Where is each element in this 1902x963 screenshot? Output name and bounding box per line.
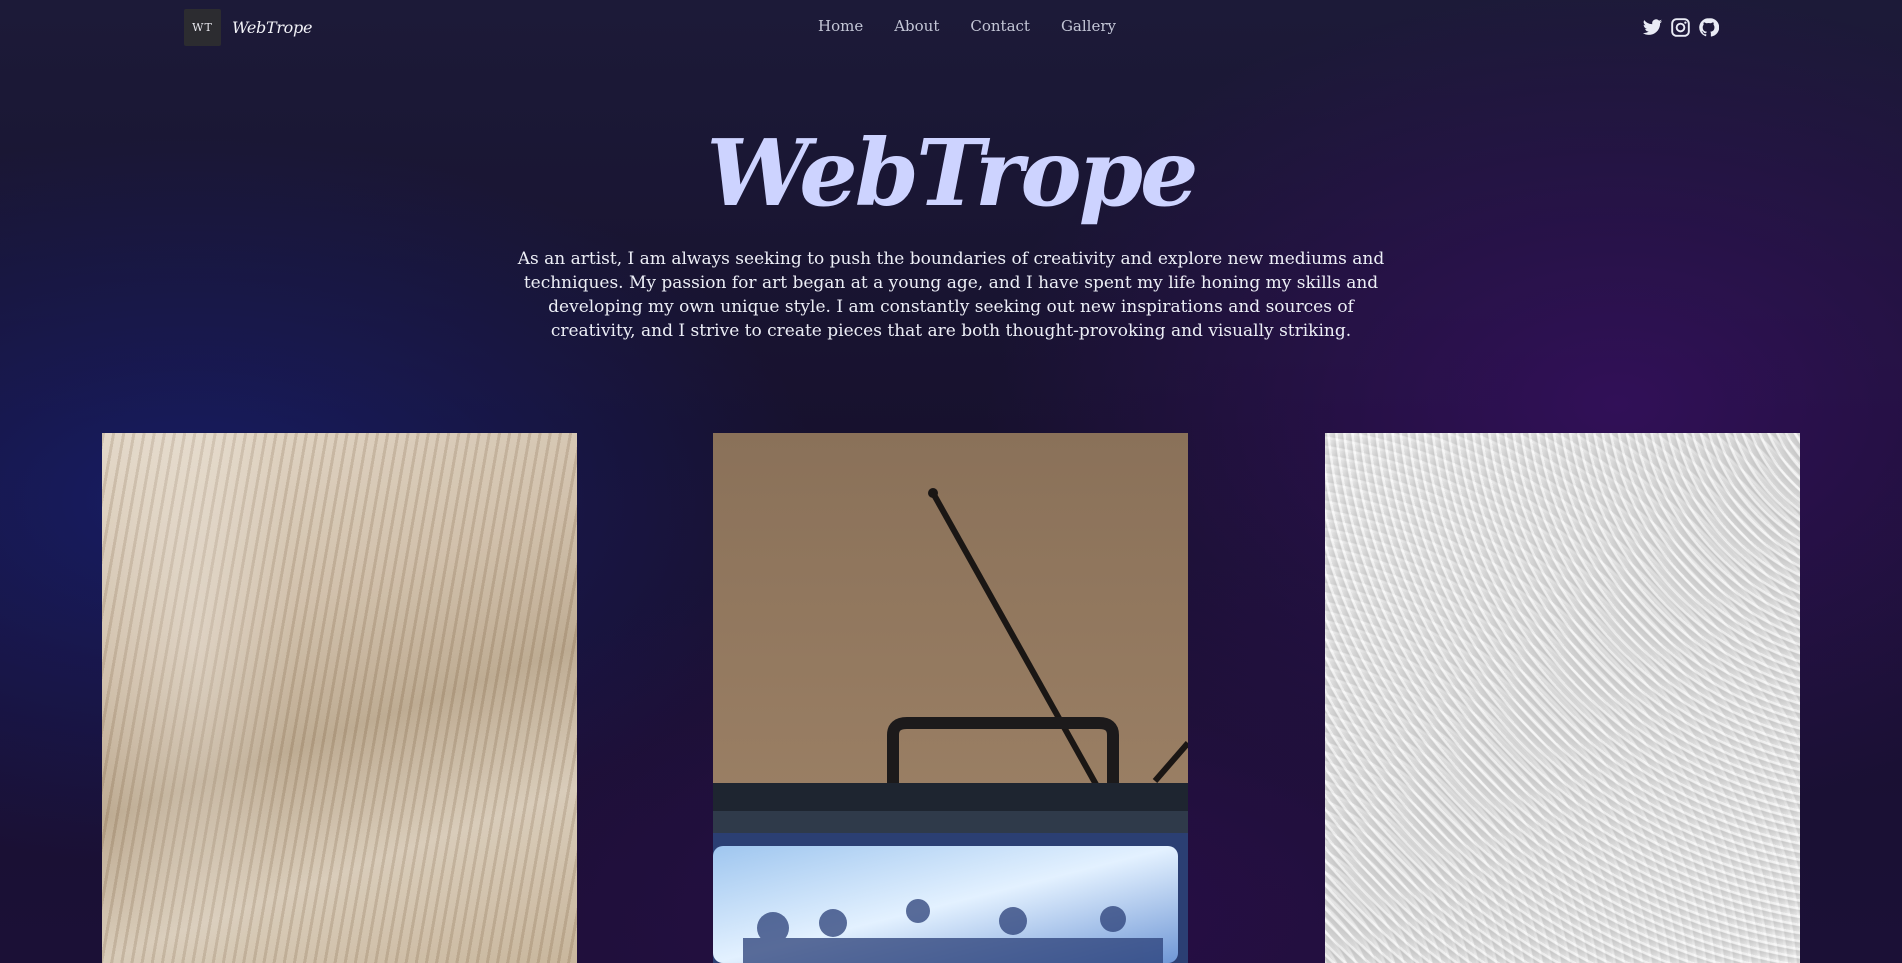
logo[interactable]: WT (184, 9, 221, 46)
site-header: WT WebTrope Home About Contact Gallery (0, 0, 1902, 56)
nav-about-link[interactable]: About (894, 17, 939, 35)
brand-name[interactable]: WebTrope (232, 18, 312, 37)
brand[interactable]: WT WebTrope (184, 9, 312, 46)
twitter-icon[interactable] (1642, 17, 1663, 38)
social-links (1642, 17, 1719, 38)
gallery-image-texture[interactable] (1325, 433, 1800, 963)
gallery-image-fabric[interactable] (102, 433, 577, 963)
instagram-icon[interactable] (1670, 17, 1691, 38)
gallery-image-television[interactable] (713, 433, 1188, 963)
nav-contact-link[interactable]: Contact (970, 17, 1030, 35)
nav-gallery-link[interactable]: Gallery (1061, 17, 1116, 35)
hero-title: WebTrope (706, 119, 1198, 227)
nav-home-link[interactable]: Home (818, 17, 863, 35)
hero-description: As an artist, I am always seeking to pus… (517, 249, 1385, 341)
main-nav: Home About Contact Gallery (818, 17, 1147, 35)
github-icon[interactable] (1698, 17, 1719, 38)
